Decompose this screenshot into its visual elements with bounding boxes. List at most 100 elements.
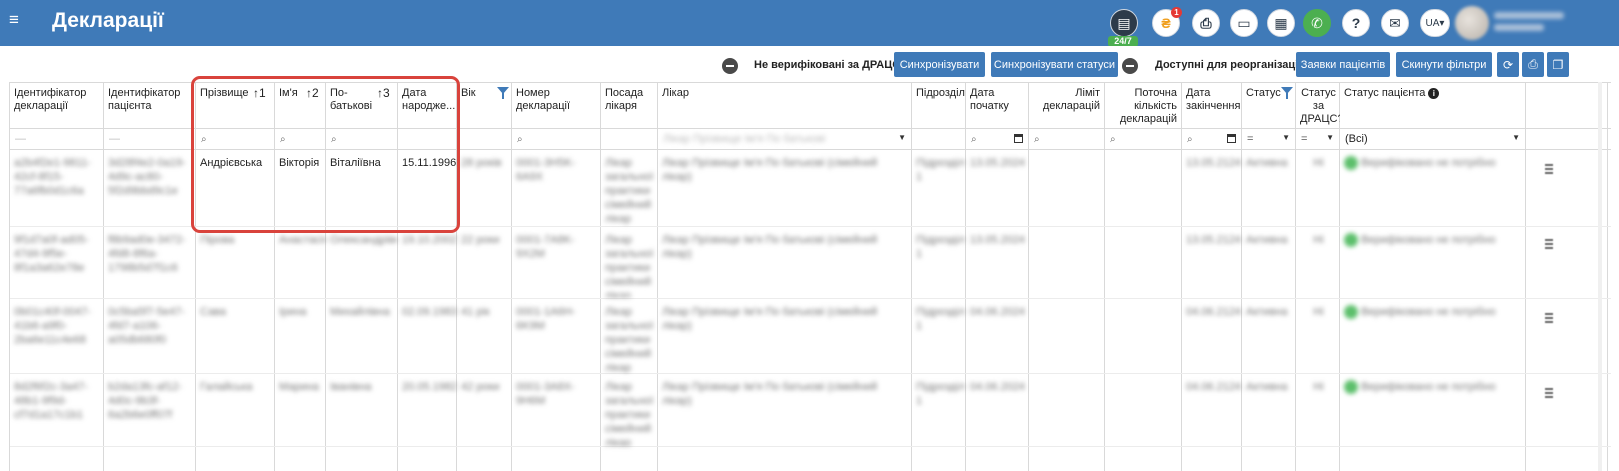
cell-decl-number: 0001-3A8X-9H6M [516,381,575,407]
filter-patronymic[interactable]: ⌕ [326,129,398,150]
filter-status[interactable]: = ▼ [1242,129,1296,150]
not-verified-label: Не верифіковані за ДРАЦС [754,59,901,71]
cell-doctor: Лікар Прізвище Ім'я По батькові (сімейни… [662,306,878,332]
filter-surname[interactable]: ⌕ [196,129,275,150]
table-row[interactable]: 0b01c40f-0047-41b6-a9f0-2ba6e11c4e68 0c5… [10,299,1611,374]
copy-icon[interactable]: ❐ [1547,52,1569,77]
filter-start-date[interactable]: ⌕ [966,129,1029,150]
header-decl-id[interactable]: Ідентифікатор декларації [10,83,104,130]
language-select[interactable]: UA▾ [1420,9,1450,37]
header-decl-limit[interactable]: Ліміт декларацій [1029,83,1105,130]
help-icon[interactable]: ? [1342,9,1370,37]
header-birth-date[interactable]: Дата народже... [398,83,457,130]
header-division[interactable]: Підрозділ [912,83,966,130]
cell-patient-id: f8b9ad0e-3472-4fd8-8f6a-1798b5d7f1c6 [108,234,186,274]
calendar-icon[interactable] [1227,134,1236,143]
hamburger-icon[interactable]: ≡ [9,11,25,28]
sort-asc-icon: ↑1 [253,86,266,100]
filter-current-count[interactable]: ⌕ [1105,129,1182,150]
table-row[interactable]: 9f1d7a0f-ad05-47d4-9f5e-8f1a3a62e78e f8b… [10,227,1611,299]
calendar-icon[interactable] [1014,134,1023,143]
filter-end-date[interactable]: ⌕ [1182,129,1242,150]
row-menu-icon[interactable] [1545,162,1555,182]
row-menu-icon[interactable] [1545,237,1555,257]
filter-decl-number[interactable]: ⌕ [512,129,601,150]
header-patient-status[interactable]: Статус пацієнта i [1340,83,1526,130]
filter-patient-id[interactable]: — [104,129,196,150]
header-current-count[interactable]: Поточна кількість декларацій [1105,83,1182,130]
search-icon: ⌕ [1034,134,1040,145]
filter-doctor[interactable]: Лікар Прізвище Ім'я По батькові ▼ [658,129,912,150]
toggle-not-verified-icon[interactable] [722,58,738,74]
patient-requests-button[interactable]: Заявки пацієнтів [1296,52,1390,77]
cell-status: Активна [1246,306,1288,318]
filter-age[interactable] [457,129,512,150]
search-icon: ⌕ [280,134,286,145]
header-decl-number[interactable]: Номер декларації [512,83,601,130]
cell-dracs: Ні [1313,306,1324,318]
filter-decl-limit[interactable]: ⌕ [1029,129,1105,150]
table-row[interactable]: a2b4f2e1-9811-42cf-8f15-77a6fb0d1c6a 3d2… [10,150,1611,227]
chat-icon[interactable]: ▤ 24/7 [1108,9,1138,47]
megaphone-icon[interactable]: ✉ [1381,9,1409,37]
cell-status: Активна [1246,234,1288,246]
toggle-reorg-icon[interactable] [1122,58,1138,74]
filter-division[interactable] [912,129,966,150]
reset-filters-button[interactable]: Скинути фільтри [1396,52,1492,77]
doctor-filter-placeholder: Лікар Прізвище Ім'я По батькові [663,133,826,145]
refresh-icon[interactable]: ⟳ [1497,52,1519,77]
notification-icon[interactable]: ₴ 1 [1152,7,1182,37]
cell-end-date: 13.05.2124 [1186,157,1242,169]
header-start-date[interactable]: Дата початку [966,83,1029,130]
filter-icon[interactable] [497,87,509,99]
phone-icon[interactable]: ✆ [1303,9,1331,37]
filter-doctor-position[interactable] [601,129,658,150]
filter-decl-id[interactable]: — [10,129,104,150]
cell-dracs: Ні [1313,234,1324,246]
header-age[interactable]: Вік [457,83,512,130]
cell-doctor: Лікар Прізвище Ім'я По батькові (сімейни… [662,157,878,183]
filter-birth-date[interactable] [398,129,457,150]
sync-statuses-button[interactable]: Синхронізувати статуси [991,52,1118,77]
patient-status-text: Верифіковано не потрібно [1361,157,1496,169]
header-patient-id[interactable]: Ідентифікатор пацієнта [104,83,196,130]
header-surname[interactable]: Прізвище ↑1 [196,83,275,130]
info-icon[interactable]: i [1428,87,1440,99]
avatar[interactable] [1455,6,1489,40]
header-doctor-position[interactable]: Посада лікаря [601,83,658,130]
cell-birth-date: 02.09.1983 [402,306,457,318]
search-icon: ⌕ [201,134,207,145]
sort-asc-icon: ↑3 [377,86,390,100]
vertical-scrollbar[interactable] [1598,82,1602,471]
filter-name[interactable]: ⌕ [275,129,326,150]
card-icon[interactable]: ▭ [1230,9,1258,37]
cell-doctor: Лікар Прізвище Ім'я По батькові (сімейни… [662,381,878,407]
print-icon[interactable]: ⎙ [1522,52,1544,77]
cell-patronymic: Михайлівна [330,306,390,318]
cell-start-date: 13.05.2024 [970,157,1026,169]
filter-patient-status[interactable]: (Всі) ▼ [1340,129,1526,150]
cell-age: 42 роки [461,381,500,393]
header-patronymic[interactable]: По-батькові ↑3 [326,83,398,130]
filter-icon[interactable] [1281,87,1293,99]
status-dot-icon [1344,233,1358,248]
cell-division: Підрозділ 1 [916,234,965,260]
status-dot-icon [1344,156,1358,171]
sync-button[interactable]: Синхронізувати [894,52,985,77]
row-menu-icon[interactable] [1545,311,1555,331]
header-end-date[interactable]: Дата закінчення [1182,83,1242,130]
header-status-label: Статус [1246,87,1281,99]
header-dracs-status[interactable]: Статус за ДРАЦС? [1296,83,1340,130]
pdf-icon[interactable]: ⎙ [1192,9,1220,37]
cell-patient-id: 3d28f4e2-0a19-4d9c-ac80-5f2d9bbd9c1e [108,157,186,197]
cell-age: 28 років [461,157,502,169]
header-doctor[interactable]: Лікар [658,83,912,130]
filter-dracs-status[interactable]: = ▼ [1296,129,1340,150]
row-menu-icon[interactable] [1545,386,1555,406]
cell-doctor-position: Лікар загальної практики сімейний лікар … [605,381,654,446]
chevron-down-icon: ▼ [1512,133,1520,142]
calculator-icon[interactable]: ▦ [1267,9,1295,37]
table-row[interactable]: 8d2f6f2c-3a47-48b1-9f9d-cf7d1a17c1b1 b2d… [10,374,1611,447]
header-status[interactable]: Статус [1242,83,1296,130]
header-name[interactable]: Ім'я ↑2 [275,83,326,130]
